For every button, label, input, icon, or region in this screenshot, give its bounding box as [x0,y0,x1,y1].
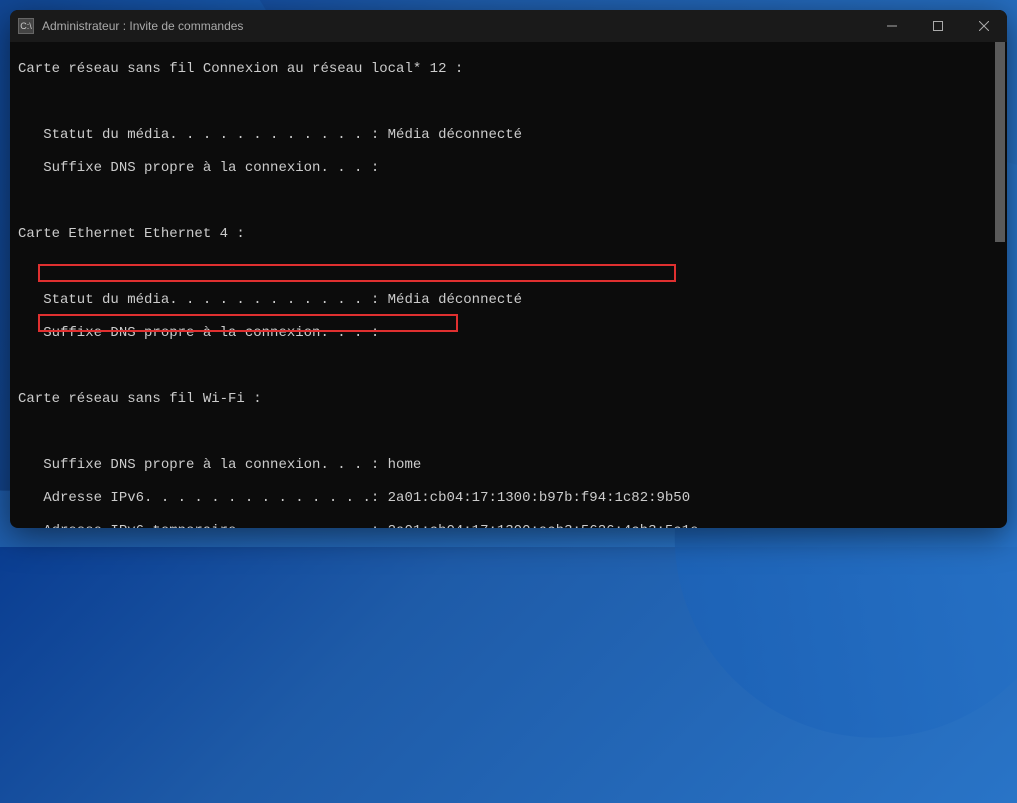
blank-line [18,424,999,441]
ipv6-address-line: Adresse IPv6. . . . . . . . . . . . . .:… [18,490,999,507]
ipv6-temp-address-line: Adresse IPv6 temporaire . . . . . . . .:… [18,523,999,529]
close-button[interactable] [961,10,1007,42]
blank-line [18,193,999,210]
dns-suffix-line: Suffixe DNS propre à la connexion. . . : [18,325,999,342]
scrollbar-thumb[interactable] [995,42,1005,242]
blank-line [18,94,999,111]
adapter-header: Carte Ethernet Ethernet 4 : [18,226,999,243]
window-titlebar[interactable]: C:\ Administrateur : Invite de commandes [10,10,1007,42]
terminal-output[interactable]: Carte réseau sans fil Connexion au résea… [10,42,1007,528]
media-status-line: Statut du média. . . . . . . . . . . . :… [18,292,999,309]
media-status-line: Statut du média. . . . . . . . . . . . :… [18,127,999,144]
adapter-header: Carte réseau sans fil Connexion au résea… [18,61,999,78]
adapter-header: Carte réseau sans fil Wi-Fi : [18,391,999,408]
blank-line [18,358,999,375]
minimize-button[interactable] [869,10,915,42]
maximize-button[interactable] [915,10,961,42]
cmd-icon: C:\ [18,18,34,34]
scrollbar-track[interactable] [993,42,1007,528]
dns-suffix-line: Suffixe DNS propre à la connexion. . . : [18,160,999,177]
window-controls [869,10,1007,42]
blank-line [18,259,999,276]
window-title: Administrateur : Invite de commandes [42,19,869,33]
dns-suffix-line: Suffixe DNS propre à la connexion. . . :… [18,457,999,474]
command-prompt-window: C:\ Administrateur : Invite de commandes… [10,10,1007,528]
